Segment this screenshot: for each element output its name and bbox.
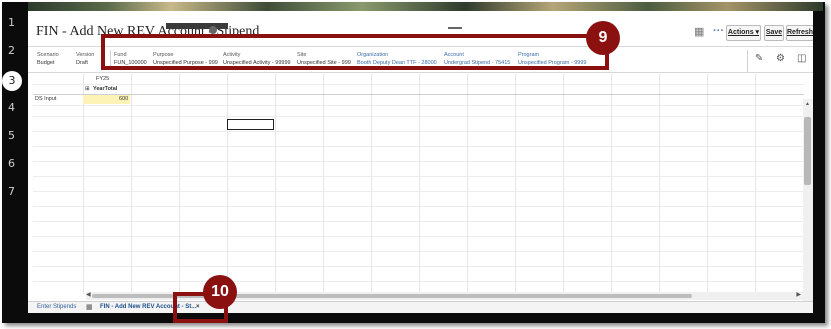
selected-cell[interactable] — [227, 119, 274, 130]
rail-step-6: 6 — [8, 157, 15, 170]
drag-handle[interactable] — [448, 27, 462, 29]
pov-value: Budget — [37, 60, 55, 66]
vertical-scrollbar[interactable]: ▲ — [803, 99, 813, 302]
edit-pencil-icon[interactable]: ✎ — [755, 53, 763, 64]
form-tab-icon: ▦ — [86, 304, 93, 311]
rail-step-1: 1 — [8, 16, 15, 29]
callout-9-box — [101, 34, 609, 70]
rail-step-7: 7 — [8, 185, 15, 198]
gear-icon[interactable]: ⚙ — [776, 53, 785, 64]
form-view-icon[interactable]: ▦ — [694, 25, 704, 38]
pov-divider-bottom — [28, 72, 813, 73]
callout-9-badge: 9 — [586, 21, 620, 55]
panel-toggle-icon[interactable]: ◫ — [797, 53, 806, 64]
rail-step-3-active: 3 — [2, 71, 22, 91]
vertical-scroll-thumb[interactable] — [804, 117, 811, 185]
background-strip — [28, 2, 823, 11]
pov-label: Version — [76, 52, 95, 58]
input-cell-value[interactable]: 600 — [119, 96, 128, 102]
rail-step-4: 4 — [8, 101, 15, 114]
scroll-right-icon[interactable]: ▶ — [796, 291, 801, 298]
form-tabs-bar: Enter Stipends ▦ FIN - Add New REV Accou… — [28, 301, 813, 313]
pov-version[interactable]: Version Draft — [76, 52, 94, 66]
rail-step-5: 5 — [8, 129, 15, 142]
tab-enter-stipends[interactable]: Enter Stipends — [37, 304, 76, 310]
pov-scenario[interactable]: Scenario Budget — [37, 52, 59, 66]
title-overlay — [166, 23, 228, 29]
actions-button[interactable]: Actions ▾ — [726, 25, 761, 41]
column-header-fy25[interactable]: FY25 — [96, 76, 109, 82]
column-header-yeartotal[interactable]: YearTotal — [93, 86, 117, 92]
info-icon[interactable] — [209, 26, 217, 34]
row-header-ds-input[interactable]: DS Input — [35, 96, 56, 102]
expand-icon[interactable]: ⊞ — [85, 86, 90, 92]
more-icon[interactable]: ··· — [713, 25, 724, 37]
refresh-button[interactable]: Refresh — [786, 25, 813, 41]
data-grid: FY25 ⊞ YearTotal DS Input 600 — [33, 74, 804, 294]
callout-10-badge: 10 — [203, 275, 237, 309]
rail-step-2: 2 — [8, 44, 15, 57]
pov-value: Draft — [76, 60, 88, 66]
scroll-left-icon[interactable]: ◀ — [86, 291, 91, 298]
right-tools-divider — [747, 50, 748, 72]
save-button[interactable]: Save — [764, 25, 784, 41]
scroll-up-icon[interactable]: ▲ — [805, 101, 810, 107]
pov-label: Scenario — [37, 52, 59, 58]
